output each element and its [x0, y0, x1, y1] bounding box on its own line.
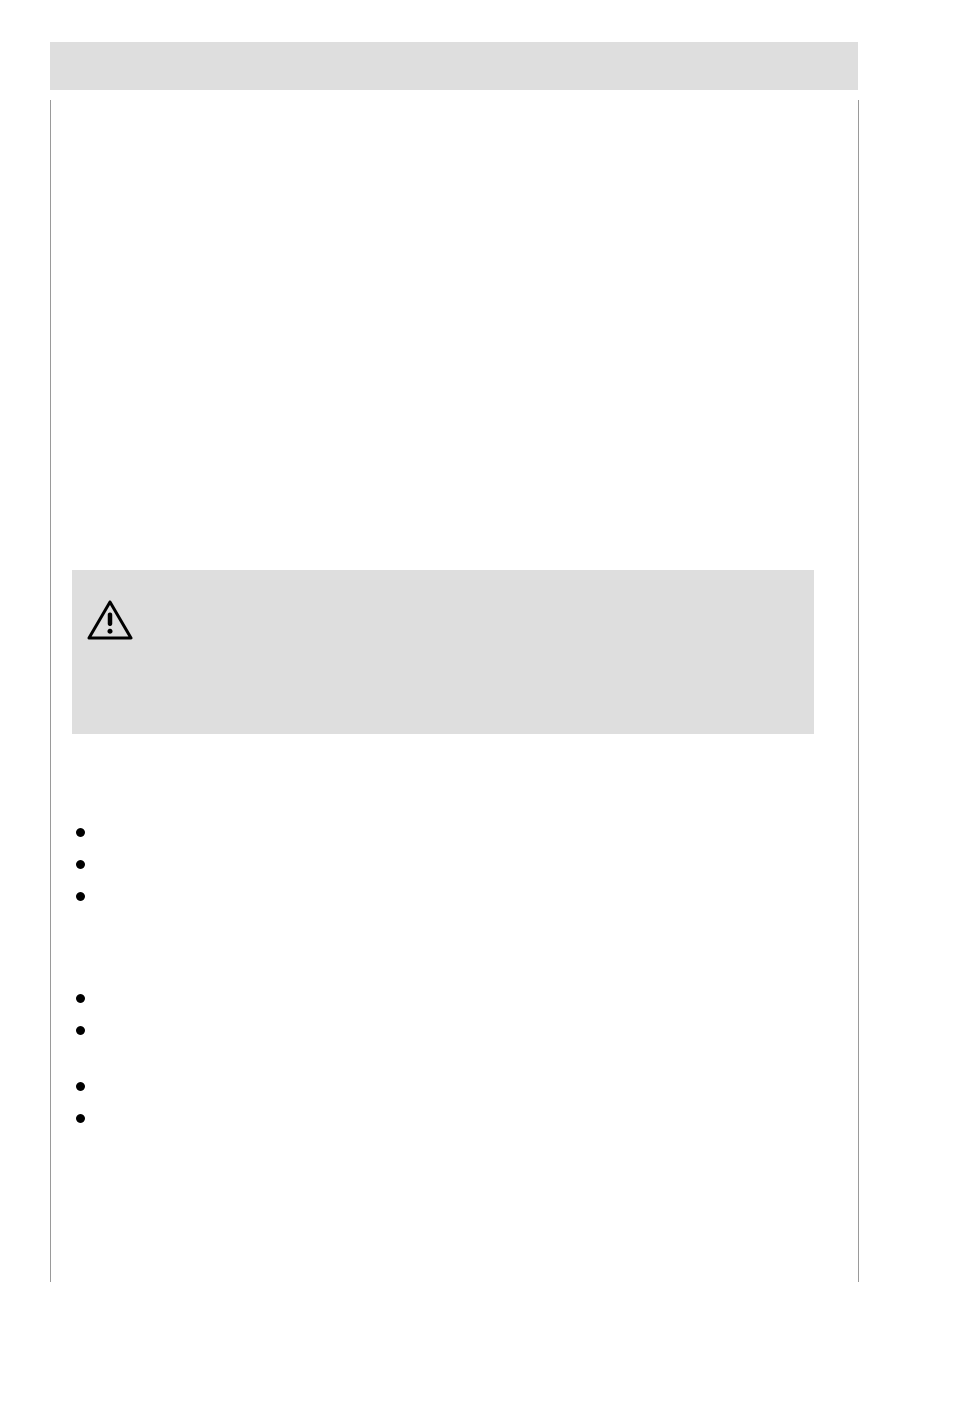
warning-callout	[72, 570, 814, 734]
page	[0, 0, 954, 1406]
header-bar	[50, 42, 858, 90]
list-item	[72, 886, 814, 908]
list-item	[72, 1108, 814, 1130]
list-item	[72, 822, 814, 844]
bullet-list-a	[72, 822, 814, 918]
list-item	[72, 988, 814, 1010]
list-item	[72, 854, 814, 876]
column-rule-left	[50, 100, 51, 1282]
bullet-list-c	[72, 1076, 814, 1140]
warning-icon	[86, 596, 134, 644]
column-rule-right	[858, 100, 859, 1282]
list-item	[72, 1020, 814, 1042]
bullet-list-b	[72, 988, 814, 1052]
list-item	[72, 1076, 814, 1098]
